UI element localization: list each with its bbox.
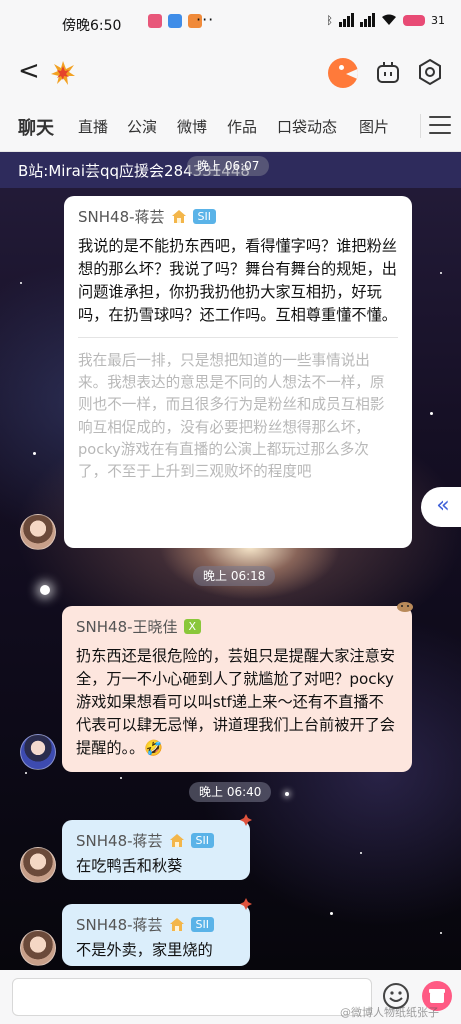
message-text: 我说的是不能扔东西吧，看得懂字吗？谁把粉丝想的那么坏？我说了吗？舞台有舞台的规矩… [78, 237, 397, 324]
signal-icon [339, 13, 354, 27]
star-decoration [330, 912, 333, 915]
house-icon [169, 918, 184, 931]
sender-name[interactable]: SNH48-蒋芸 [78, 206, 165, 227]
tab-works[interactable]: 作品 [227, 116, 257, 137]
star-decoration [440, 932, 442, 934]
sender-row: SNH48-蒋芸 SII [78, 206, 398, 227]
star-decoration [25, 772, 27, 774]
tab-pocket-feed[interactable]: 口袋动态 [277, 116, 337, 137]
sender-name[interactable]: SNH48-蒋芸 [76, 830, 163, 851]
message-bubble[interactable]: SNH48-蒋芸 SII 不是外卖，家里烧的 [62, 904, 250, 966]
app-notification-icon [148, 14, 162, 28]
notification-icons [148, 14, 202, 28]
wifi-icon [382, 14, 396, 25]
status-right: ᛒ 31 [326, 13, 445, 27]
back-button[interactable]: < [18, 58, 44, 86]
explosion-icon[interactable] [50, 60, 76, 86]
star-decoration [120, 777, 122, 779]
avatar[interactable] [20, 514, 56, 550]
message-text: 扔东西还是很危险的，芸姐只是提醒大家注意安全，万一不小心砸到人了就尴尬了对吧？p… [76, 647, 395, 757]
message-text: 在吃鸭舌和秋葵 [76, 857, 183, 875]
message-text: 不是外卖，家里烧的 [76, 941, 213, 959]
timestamp: 晚上 06:18 [193, 566, 276, 586]
message-bubble[interactable]: SNH48-蒋芸 SII 我说的是不能扔东西吧，看得懂字吗？谁把粉丝想的那么坏？… [64, 196, 412, 548]
timestamp: 晚上 06:07 [187, 156, 270, 176]
bluetooth-icon: ᛒ [326, 13, 333, 27]
star-decoration [430, 412, 433, 415]
house-icon [169, 834, 184, 847]
watermark: @微博人物纸纸张子 [340, 1006, 439, 1019]
battery-icon [403, 14, 425, 26]
scroll-to-latest-button[interactable]: « [421, 487, 461, 527]
star-decoration [40, 585, 50, 595]
star-decoration [33, 452, 36, 455]
tab-chat[interactable]: 聊天 [18, 114, 54, 140]
star-decoration [20, 282, 22, 284]
message-bubble[interactable]: SNH48-王晓佳 X 扔东西还是很危险的，芸姐只是提醒大家注意安全，万一不小心… [62, 606, 412, 772]
tab-performance[interactable]: 公演 [127, 116, 157, 137]
team-badge: SII [190, 833, 215, 848]
house-icon [171, 210, 186, 223]
star-decoration [285, 792, 289, 796]
quoted-message: 我在最后一排，只是想把知道的一些事情说出来。我想表达的意思是不同的人想法不一样，… [78, 337, 398, 483]
bubble-decoration-icon [397, 602, 413, 612]
sender-row: SNH48-王晓佳 X [76, 616, 398, 637]
app-notification-icon [168, 14, 182, 28]
sender-name[interactable]: SNH48-蒋芸 [76, 914, 163, 935]
sender-row: SNH48-蒋芸 SII [76, 914, 236, 935]
timestamp: 晚上 06:40 [189, 782, 272, 802]
chat-area[interactable]: B站:Mirai芸qq应援会284331448 晚上 06:07 SNH48-蒋… [0, 152, 461, 970]
tab-bar: 聊天 直播 公演 微博 作品 口袋动态 图片 [0, 100, 461, 152]
star-decoration [360, 852, 362, 854]
tab-weibo[interactable]: 微博 [177, 116, 207, 137]
signal-icon [360, 13, 375, 27]
tab-divider [420, 114, 421, 138]
avatar[interactable] [20, 930, 56, 966]
message-input[interactable] [12, 978, 372, 1016]
status-time: 傍晚6:50 [62, 18, 122, 34]
star-decoration [440, 272, 442, 274]
title-bar: < [0, 48, 461, 100]
pocket-game-icon[interactable] [328, 58, 358, 88]
bubble-decoration-icon [240, 814, 252, 826]
message-bubble[interactable]: SNH48-蒋芸 SII 在吃鸭舌和秋葵 [62, 820, 250, 880]
sender-name[interactable]: SNH48-王晓佳 [76, 616, 178, 637]
menu-icon[interactable] [429, 116, 451, 136]
team-badge: X [183, 619, 202, 634]
avatar[interactable] [20, 734, 56, 770]
avatar[interactable] [20, 847, 56, 883]
battery-level: 31 [431, 13, 445, 27]
robot-icon[interactable] [375, 59, 401, 85]
settings-icon[interactable] [416, 58, 444, 86]
team-badge: SII [192, 209, 217, 224]
status-bar: 傍晚6:50 ··· ᛒ 31 [0, 0, 461, 48]
tab-photos[interactable]: 图片 [359, 116, 389, 137]
tab-live[interactable]: 直播 [78, 116, 108, 137]
bubble-decoration-icon [240, 898, 252, 910]
team-badge: SII [190, 917, 215, 932]
sender-row: SNH48-蒋芸 SII [76, 830, 236, 851]
more-notifications-icon: ··· [196, 10, 215, 29]
